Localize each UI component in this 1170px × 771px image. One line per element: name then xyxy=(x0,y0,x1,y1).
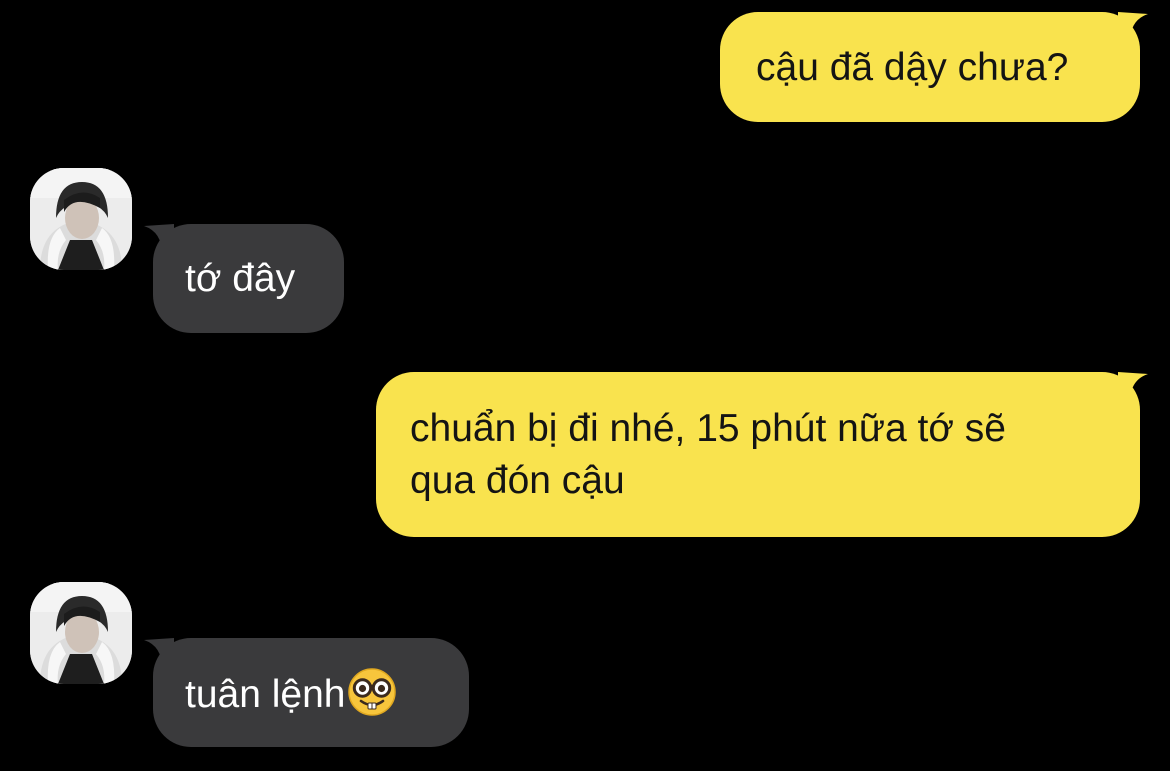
outgoing-message-bubble[interactable]: cậu đã dậy chưa? xyxy=(720,12,1140,122)
profile-photo-icon xyxy=(30,582,132,684)
message-text: cậu đã dậy chưa? xyxy=(756,46,1069,89)
message-text: tớ đây xyxy=(185,257,296,300)
outgoing-bubble-tail xyxy=(1118,12,1148,42)
nerd-face-emoji-icon xyxy=(348,668,397,716)
incoming-message-bubble[interactable]: tuân lệnh xyxy=(153,638,469,747)
message-text: tuân lệnh xyxy=(185,673,346,716)
incoming-bubble-tail xyxy=(144,224,174,254)
outgoing-bubble-tail xyxy=(1118,372,1148,402)
message-text-line: qua đón cậu xyxy=(410,459,625,502)
message-text-line: chuẩn bị đi nhé, 15 phút nữa tớ sẽ xyxy=(410,407,1006,450)
outgoing-message-bubble[interactable]: chuẩn bị đi nhé, 15 phút nữa tớ sẽ qua đ… xyxy=(376,372,1140,537)
contact-avatar[interactable] xyxy=(30,168,132,270)
contact-avatar[interactable] xyxy=(30,582,132,684)
incoming-message-bubble[interactable]: tớ đây xyxy=(153,224,344,333)
incoming-bubble-tail xyxy=(144,638,174,668)
profile-photo-icon xyxy=(30,168,132,270)
